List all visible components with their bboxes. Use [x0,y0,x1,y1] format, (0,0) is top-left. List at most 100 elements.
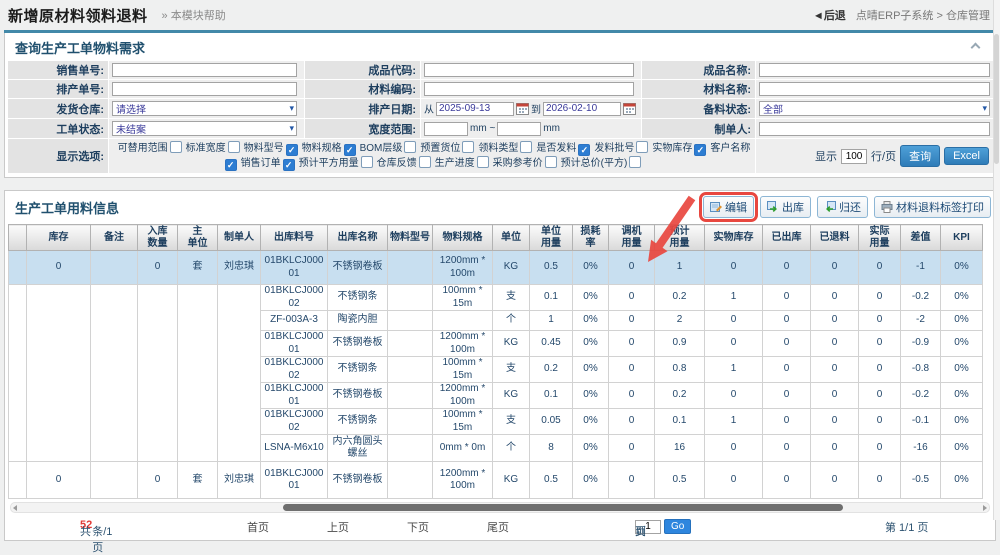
sales-no-label: 销售单号: [8,61,108,79]
table-row[interactable]: 01BKLCJ00002不锈钢条100mm * 15m支0.10%00.2100… [9,285,983,311]
last-page-link[interactable]: 尾页 [487,519,509,535]
material-name-input[interactable] [759,82,990,96]
first-page-link[interactable]: 首页 [247,519,269,535]
option-checkbox[interactable]: ✓ [225,159,237,171]
width-max-input[interactable] [497,122,541,136]
option-checkbox[interactable] [228,141,240,153]
option-checkbox[interactable] [419,156,431,168]
option-label: 销售订单 [241,158,281,169]
option-checkbox[interactable] [477,156,489,168]
calendar-icon[interactable] [516,102,529,115]
vertical-scrollbar[interactable] [993,0,1000,520]
option-checkbox[interactable]: ✓ [344,144,356,156]
product-code-input[interactable] [424,63,634,77]
collapse-icon[interactable] [971,43,981,53]
material-code-input[interactable] [424,82,634,96]
product-name-input[interactable] [759,63,990,77]
schedule-no-input[interactable] [112,82,297,96]
table-cell: 0 [763,311,811,331]
table-cell: 0 [811,357,859,383]
toolbar-button-print[interactable]: 材料退料标签打印 [874,196,991,218]
option-checkbox[interactable]: ✓ [694,144,706,156]
option-checkbox[interactable] [629,156,641,168]
option-checkbox[interactable]: ✓ [286,144,298,156]
prep-status-select[interactable]: 全部 [759,101,990,116]
breadcrumb-section[interactable]: 仓库管理 [946,10,990,22]
scrollbar-thumb[interactable] [283,504,843,511]
printer-icon [881,201,893,213]
warehouse-select[interactable]: 请选择 [112,101,297,116]
table-cell: 0% [573,357,609,383]
table-cell: 支 [493,409,530,435]
table-cell: 8 [530,435,573,462]
next-page-link[interactable]: 下页 [407,519,429,535]
maker-input[interactable] [759,122,990,136]
toolbar-button-return[interactable]: 归还 [817,196,868,218]
toolbar-button-edit[interactable]: 编辑 [703,196,754,218]
sales-no-input[interactable] [112,63,297,77]
table-cell: 0.5 [530,462,573,499]
table-cell[interactable]: 01BKLCJ00001 [261,251,328,285]
option-checkbox[interactable] [361,156,373,168]
query-panel-title: 查询生产工单物料需求 [15,38,145,57]
table-cell: 0.1 [530,383,573,409]
option-checkbox[interactable] [462,141,474,153]
go-button[interactable]: Go [664,519,691,534]
table-cell[interactable]: LSNA-M6x10 [261,435,328,462]
table-cell[interactable]: 01BKLCJ00001 [261,462,328,499]
option-checkbox[interactable]: ✓ [283,159,295,171]
table-cell[interactable]: 01BKLCJ00002 [261,357,328,383]
page-size-prefix: 显示 [815,148,837,164]
excel-button[interactable]: Excel [944,147,989,165]
table-cell: 不锈钢卷板 [328,462,388,499]
table-cell [91,251,138,285]
width-min-input[interactable] [424,122,468,136]
table-cell: 0 [811,462,859,499]
module-help-link[interactable]: » 本模块帮助 [162,7,226,23]
option-checkbox[interactable] [170,141,182,153]
option-checkbox[interactable] [545,156,557,168]
back-link[interactable]: ◄后退 [813,7,846,23]
warehouse-label: 发货仓库: [8,99,108,118]
table-cell: 不锈钢条 [328,409,388,435]
table-cell[interactable]: ZF-003A-3 [261,311,328,331]
option-checkbox[interactable]: ✓ [578,144,590,156]
date-from-input[interactable] [436,102,514,116]
option-checkbox[interactable] [404,141,416,153]
wo-status-label: 工单状态: [8,119,108,138]
table-cell[interactable]: 01BKLCJ00001 [261,383,328,409]
table-cell[interactable]: 01BKLCJ00002 [261,285,328,311]
table-cell: 0% [941,285,983,311]
table-cell [388,331,433,357]
query-form: 销售单号: 成品代码: 成品名称: 排产单号: 材料编码: 材料名称: 发货仓库… [8,61,992,173]
scroll-left-icon[interactable] [13,505,17,511]
vertical-scrollbar-thumb[interactable] [994,34,999,164]
toolbar-button-outbound[interactable]: 出库 [760,196,811,218]
table-row[interactable]: 00套刘忠琪01BKLCJ00001不锈钢卷板1200mm * 100mKG0.… [9,462,983,499]
table-cell[interactable]: 01BKLCJ00002 [261,409,328,435]
wo-status-select[interactable]: 未结案 [112,121,297,136]
table-cell[interactable]: 01BKLCJ00001 [261,331,328,357]
search-button[interactable]: 查询 [900,145,940,167]
table-cell: 0.2 [655,285,705,311]
edit-icon [710,201,722,213]
date-to-input[interactable] [543,102,621,116]
options-line-1: 可替用范围标准宽度物料型号✓物料规格✓BOM层级预置货位领料类型是否发料✓发料批… [118,141,751,156]
option-checkbox[interactable] [636,141,648,153]
table-cell: 0.8 [655,357,705,383]
table-cell: 0 [811,311,859,331]
prev-page-link[interactable]: 上页 [327,519,349,535]
breadcrumb-app[interactable]: 点晴ERP子系统 [856,10,934,22]
column-header [9,225,27,251]
horizontal-scrollbar[interactable] [10,502,990,513]
scroll-right-icon[interactable] [983,505,987,511]
table-cell: 0 [138,462,178,499]
page-size-input[interactable] [841,149,867,164]
results-header: 生产工单用料信息 编辑出库归还材料退料标签打印 [5,191,995,222]
table-row[interactable]: 00套刘忠琪01BKLCJ00001不锈钢卷板1200mm * 100mKG0.… [9,251,983,285]
option-checkbox[interactable] [520,141,532,153]
column-header: 入库 数量 [138,225,178,251]
calendar-icon[interactable] [623,102,636,115]
column-header: 调机 用量 [609,225,655,251]
table-cell: 内六角圆头螺丝 [328,435,388,462]
